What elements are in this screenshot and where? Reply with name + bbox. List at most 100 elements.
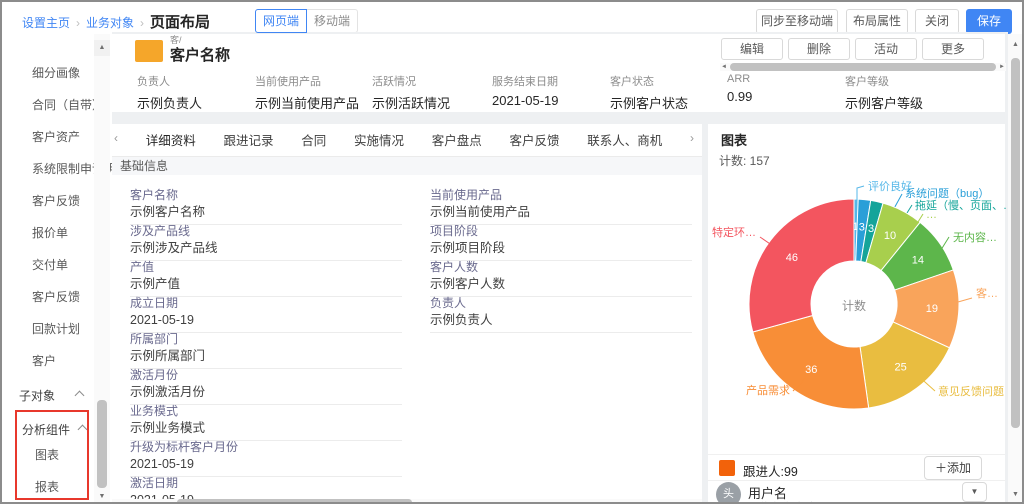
header-field-label: 负责人 [137,73,202,89]
main-scrollbar-thumb[interactable] [1011,58,1020,428]
chevron-up-icon[interactable] [75,391,85,401]
tabs-prev-icon[interactable]: ‹ [114,130,118,145]
top-bar: 设置主页 › 业务对象 › 页面布局 网页端移动端 同步至移动端 布局属性 关闭 保存 [2,2,1022,32]
follower-icon [719,460,735,476]
tab-5[interactable]: 客户反馈 [509,130,559,158]
follower-label: 跟进人:99 [743,461,798,480]
slice-value-label: 3 [859,221,865,233]
activity-button[interactable]: 活动 [855,38,917,60]
field-left-label: 激活日期 [130,476,402,490]
sidebar-item-2[interactable]: 客户资产 [32,128,80,145]
user-avatar: 头 [716,482,741,504]
sidebar-group-subobject[interactable]: 子对象 [19,387,55,404]
sidebar-scrollbar-thumb[interactable] [97,400,107,488]
header-field-label: 客户状态 [610,73,688,89]
scroll-up-icon[interactable]: ▲ [1008,38,1023,52]
field-right-row: 负责人示例负责人 [430,296,692,332]
user-subtitle: 职位名称 负责人 [748,499,828,504]
sidebar-item-7[interactable]: 客户反馈 [32,288,80,305]
sidebar-item-0[interactable]: 细分画像 [32,64,80,81]
field-right-label: 客户人数 [430,260,692,274]
tab-4[interactable]: 客户盘点 [432,130,482,158]
edit-button[interactable]: 编辑 [721,38,783,60]
sidebar-item-8[interactable]: 回款计划 [32,320,80,337]
chart-panel-title: 图表 [721,130,747,149]
add-follower-button[interactable]: ＋添加 [924,456,982,480]
tab-2[interactable]: 合同 [301,130,326,158]
header-field: 负责人示例负责人 [137,73,202,112]
divider [708,480,1005,481]
slice-value-label: 10 [884,230,896,242]
field-left-label: 产值 [130,260,402,274]
page-layout-editor: 设置主页›业务对象›页面布局 网页端移动端 同步至移动端 布局属性 关闭 保存 … [0,0,1024,504]
field-left-label: 升级为标杆客户月份 [130,440,402,454]
field-left-value: 2021-05-19 [130,457,402,477]
field-left-value: 示例所属部门 [130,349,402,369]
field-right-label: 当前使用产品 [430,188,692,202]
page-title: 页面布局 [150,14,210,31]
header-field: 客户状态示例客户状态 [610,73,688,112]
slice-name-label: 产品需求 [746,383,790,397]
field-left-label: 业务模式 [130,404,402,418]
breadcrumb-separator-icon: › [140,16,144,30]
detail-hscrollbar-thumb[interactable] [177,499,412,504]
header-field-value: 2021-05-19 [492,93,559,108]
field-left-label: 成立日期 [130,296,402,310]
toggle-web-view[interactable]: 网页端 [255,9,307,33]
field-right-row: 项目阶段示例项目阶段 [430,224,692,260]
slice-value-label: 19 [926,303,938,315]
header-field: 当前使用产品示例当前使用产品 [255,73,359,112]
tabs-next-icon[interactable]: › [690,130,694,145]
field-left-value: 示例涉及产品线 [130,241,402,261]
slice-name-label: 无内容… [953,230,997,244]
field-left-value: 2021-05-19 [130,313,402,333]
sidebar-item-4[interactable]: 客户反馈 [32,192,80,209]
field-right-value: 示例客户人数 [430,277,692,297]
field-left-row: 升级为标杆客户月份 2021-05-19 [130,440,402,476]
field-right-value: 示例负责人 [430,313,692,333]
more-button[interactable]: 更多 [922,38,984,60]
tab-0[interactable]: 详细资料 [146,130,196,158]
layout-properties-button[interactable]: 布局属性 [846,9,908,34]
field-right-value: 示例项目阶段 [430,241,692,261]
slice-name-label: 特定环… [712,225,756,239]
user-dropdown-button[interactable]: ▼ [962,482,987,502]
slice-value-label: 36 [805,364,817,376]
scroll-down-icon[interactable]: ▼ [94,490,110,504]
scroll-down-icon[interactable]: ▼ [1008,488,1023,502]
breadcrumb-business-object[interactable]: 业务对象 [86,16,134,30]
header-field-label: ARR [727,73,752,85]
scroll-right-icon[interactable]: ► [998,63,1006,71]
sync-to-mobile-button[interactable]: 同步至移动端 [756,9,838,34]
save-button[interactable]: 保存 [966,9,1012,34]
sidebar-item-9[interactable]: 客户 [32,352,56,369]
tab-6[interactable]: 联系人、商机 [587,130,662,158]
sidebar-item-6[interactable]: 交付单 [32,256,68,273]
slice-name-label: 意见反馈问题 [938,384,1004,398]
divider [708,454,1005,455]
field-left-label: 涉及产品线 [130,224,402,238]
donut-center-label: 计数 [828,297,880,314]
close-button[interactable]: 关闭 [915,9,959,34]
slice-name-label: … [926,209,937,221]
delete-button[interactable]: 删除 [788,38,850,60]
header-field-value: 示例客户状态 [610,93,688,112]
scroll-left-icon[interactable]: ◄ [720,63,728,71]
tab-3[interactable]: 实施情况 [354,130,404,158]
sidebar-item-5[interactable]: 报价单 [32,224,68,241]
slice-value-label: 14 [912,254,924,266]
header-field: 服务结束日期2021-05-19 [492,73,559,108]
toggle-mobile-view[interactable]: 移动端 [306,9,358,33]
field-left-value: 示例客户名称 [130,205,402,225]
header-field-value: 示例当前使用产品 [255,93,359,112]
field-left-value: 示例产值 [130,277,402,297]
breadcrumb-settings-home[interactable]: 设置主页 [22,16,70,30]
field-left-row: 成立日期 2021-05-19 [130,296,402,332]
scroll-up-icon[interactable]: ▲ [94,40,110,56]
actions-hscrollbar-thumb[interactable] [730,63,996,71]
header-field-value: 示例负责人 [137,93,202,112]
slice-value-label: 46 [786,252,798,264]
tab-1[interactable]: 跟进记录 [223,130,273,158]
breadcrumb-separator-icon: › [76,16,80,30]
field-right-label: 项目阶段 [430,224,692,238]
